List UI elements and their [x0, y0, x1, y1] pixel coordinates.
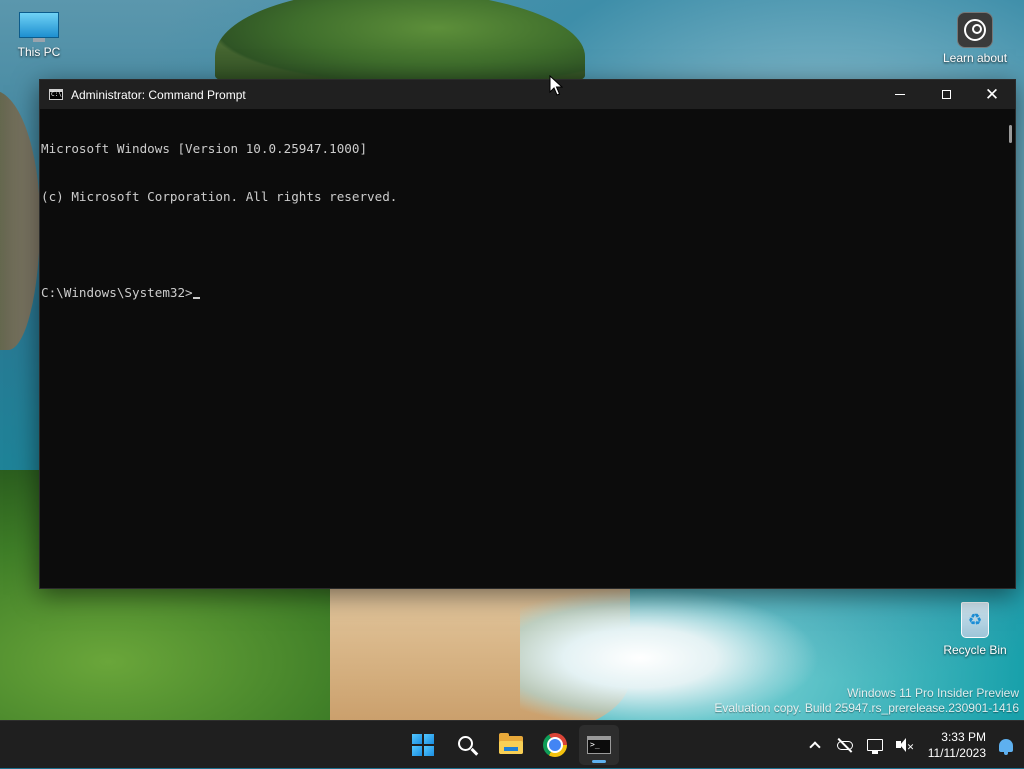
watermark-line-build: Evaluation copy. Build 25947.rs_prerelea… — [714, 701, 1019, 715]
file-explorer-button[interactable] — [491, 725, 531, 765]
search-icon — [457, 735, 473, 751]
recycle-bin-icon: ♻ — [958, 598, 992, 640]
chrome-button[interactable] — [535, 725, 575, 765]
minimize-button[interactable] — [877, 80, 923, 109]
desktop-icon-recycle-bin[interactable]: ♻ Recycle Bin — [937, 598, 1013, 657]
window-title: Administrator: Command Prompt — [71, 87, 246, 102]
scrollbar-thumb[interactable] — [1009, 125, 1012, 143]
console-prompt-line[interactable]: C:\Windows\System32> — [41, 285, 1005, 301]
desktop-icon-learn-about[interactable]: Learn about — [937, 12, 1013, 65]
volume-muted-icon: ✕ — [895, 738, 914, 752]
wallpaper-cliff-top — [215, 0, 585, 85]
network-icon — [866, 739, 883, 754]
console-output[interactable]: Microsoft Windows [Version 10.0.25947.10… — [40, 109, 1005, 588]
console-prompt: C:\Windows\System32> — [41, 285, 193, 300]
show-hidden-icons-button[interactable] — [800, 729, 830, 761]
desktop-icon-this-pc[interactable]: This PC — [1, 12, 77, 59]
minimize-icon — [895, 94, 905, 95]
close-icon: ✕ — [984, 85, 1000, 104]
command-prompt-icon: >_ — [587, 736, 611, 754]
this-pc-icon — [19, 12, 59, 42]
command-prompt-window[interactable]: C:\ Administrator: Command Prompt ✕ Micr… — [39, 79, 1016, 589]
start-button[interactable] — [403, 725, 443, 765]
console-line: Microsoft Windows [Version 10.0.25947.10… — [41, 141, 368, 156]
mouse-pointer-icon — [549, 75, 563, 96]
start-icon — [412, 734, 434, 756]
notifications-button[interactable] — [994, 729, 1024, 761]
file-explorer-icon — [499, 733, 523, 754]
window-titlebar[interactable]: C:\ Administrator: Command Prompt ✕ — [40, 80, 1015, 109]
learn-about-icon — [957, 12, 993, 48]
network-button[interactable] — [860, 729, 890, 761]
search-button[interactable] — [447, 725, 487, 765]
console-scrollbar[interactable] — [1005, 109, 1015, 588]
text-cursor — [192, 297, 200, 299]
taskbar: >_ ✕ 3:33 PM 11/11/2023 — [0, 720, 1024, 768]
cloud-offline-icon — [836, 737, 854, 753]
desktop-icon-label: Recycle Bin — [943, 643, 1007, 657]
windows-watermark: Windows 11 Pro Insider Preview Evaluatio… — [714, 686, 1019, 716]
command-prompt-taskbar-button[interactable]: >_ — [579, 725, 619, 765]
maximize-button[interactable] — [923, 80, 969, 109]
desktop-icon-label: This PC — [17, 45, 61, 59]
clock-date: 11/11/2023 — [927, 746, 986, 760]
taskbar-apps: >_ — [403, 725, 619, 765]
desktop-icon-label: Learn about — [942, 51, 1008, 65]
chevron-up-icon — [809, 741, 821, 753]
chrome-icon — [543, 733, 567, 757]
volume-button[interactable]: ✕ — [890, 729, 920, 761]
watermark-line-edition: Windows 11 Pro Insider Preview — [847, 686, 1019, 700]
command-prompt-icon: C:\ — [49, 89, 63, 100]
taskbar-clock[interactable]: 3:33 PM 11/11/2023 — [920, 729, 994, 761]
system-tray: ✕ 3:33 PM 11/11/2023 — [800, 721, 1024, 769]
clock-time: 3:33 PM — [941, 730, 986, 744]
onedrive-button[interactable] — [830, 729, 860, 761]
maximize-icon — [941, 90, 951, 99]
close-button[interactable]: ✕ — [969, 80, 1015, 109]
bell-icon — [999, 738, 1013, 755]
console-line: (c) Microsoft Corporation. All rights re… — [41, 189, 398, 204]
